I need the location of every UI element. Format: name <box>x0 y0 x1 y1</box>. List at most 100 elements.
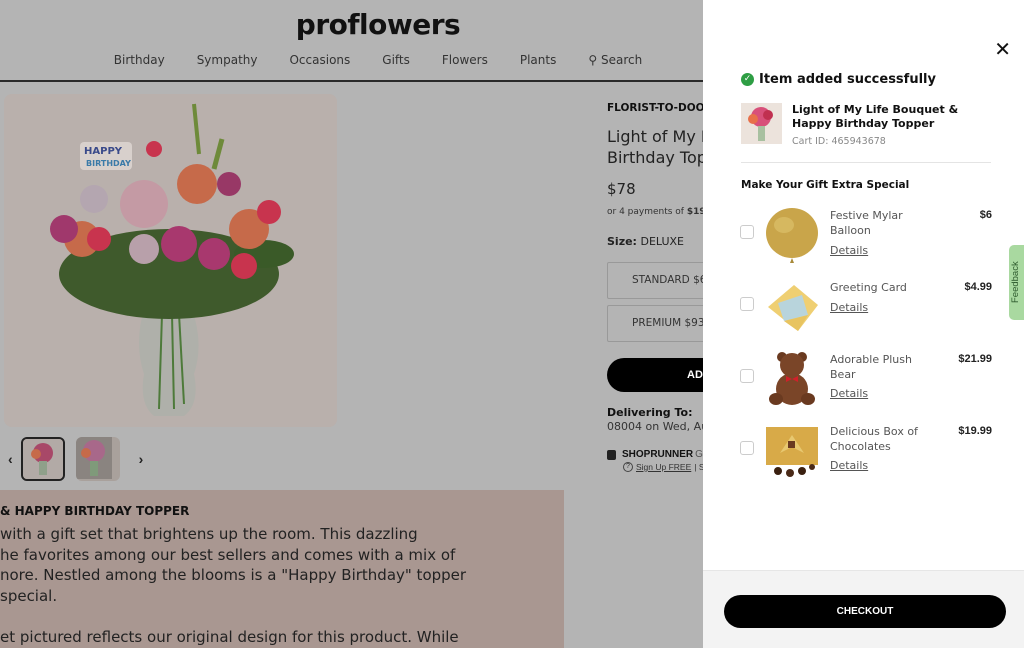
product-title-line-1: Light of My Li <box>607 127 703 146</box>
check-circle-icon: ✓ <box>741 73 754 86</box>
thumbnail-bouquet-image <box>22 439 63 479</box>
product-main-image: HAPPY BIRTHDAY <box>4 94 337 427</box>
addon-name: Delicious Box of Chocolates <box>830 425 918 453</box>
added-item: Light of My Life Bouquet & Happy Birthda… <box>741 103 982 147</box>
vase-icon <box>139 309 199 416</box>
thumbnail-2[interactable] <box>75 437 120 481</box>
product-title-line-2: Birthday Topp <box>607 148 703 167</box>
thumbnail-room-image <box>75 437 112 479</box>
description-heading: & HAPPY BIRTHDAY TOPPER <box>0 504 190 518</box>
balloon-icon <box>766 208 818 263</box>
svg-text:BIRTHDAY: BIRTHDAY <box>86 159 131 168</box>
feedback-label: Feedback <box>1010 261 1021 303</box>
size-label: Size: <box>607 235 637 248</box>
nav-item-sympathy[interactable]: Sympathy <box>197 53 258 67</box>
description-line-6: et pictured reflects our original design… <box>0 627 459 646</box>
addon-checkbox[interactable] <box>740 369 754 383</box>
signup-link[interactable]: Sign Up FREE <box>636 462 691 472</box>
chevron-left-icon[interactable]: ‹ <box>8 451 13 467</box>
addon-name: Festive Mylar Balloon <box>830 209 903 237</box>
size-value: DELUXE <box>640 235 685 248</box>
checkout-button[interactable]: CHECKOUT <box>724 595 1006 628</box>
svg-text:HAPPY: HAPPY <box>84 146 123 157</box>
add-to-cart-button[interactable]: ADD <box>607 358 703 392</box>
bouquet-illustration: HAPPY BIRTHDAY <box>4 94 337 427</box>
site-logo[interactable]: proflowers <box>0 8 703 41</box>
shoprunner-label: SHOPRUNNER <box>622 449 694 460</box>
addon-item-balloon: Festive Mylar Balloon Details $6 <box>740 207 992 267</box>
success-text: Item added successfully <box>759 72 936 87</box>
envelope-icon <box>768 285 818 331</box>
added-item-info: Light of My Life Bouquet & Happy Birthda… <box>792 103 982 147</box>
product-page-dimmed: proflowers Birthday Sympathy Occasions G… <box>0 0 703 648</box>
success-message: ✓ Item added successfully <box>741 72 936 87</box>
added-item-title: Light of My Life Bouquet & Happy Birthda… <box>792 103 959 130</box>
divider <box>741 162 991 163</box>
plush-bear-image <box>764 351 820 407</box>
cart-drawer: ✕ ✓ Item added successfully Light of My … <box>703 0 1024 648</box>
addon-item-bear: Adorable Plush Bear Details $21.99 <box>740 351 992 411</box>
feedback-tab[interactable]: Feedback <box>1009 245 1024 320</box>
addon-checkbox[interactable] <box>740 297 754 311</box>
happy-birthday-topper: HAPPY BIRTHDAY <box>80 142 132 170</box>
addon-checkbox[interactable] <box>740 441 754 455</box>
teddy-bear-icon <box>769 352 815 405</box>
search-icon: ⚲ <box>588 53 598 67</box>
installments-amount: $19. <box>686 207 703 217</box>
installments-text: or 4 payments of <box>607 207 687 217</box>
product-title: Light of My Li Birthday Topp <box>607 126 703 168</box>
search-label: Search <box>600 53 643 67</box>
nav-search[interactable]: ⚲ Search <box>588 53 642 67</box>
thumbnail-strip: ‹ › <box>0 437 151 481</box>
description-line-4: special. <box>0 586 58 605</box>
addon-name: Adorable Plush Bear <box>830 353 912 381</box>
nav-divider <box>0 80 703 82</box>
shoprunner-signup: ? Sign Up FREE | S <box>623 462 703 472</box>
product-price: $78 <box>607 180 636 198</box>
nav-item-flowers[interactable]: Flowers <box>442 53 488 67</box>
nav-item-gifts[interactable]: Gifts <box>382 53 410 67</box>
delivering-value[interactable]: 08004 on Wed, Aug <box>607 420 703 433</box>
cart-id: Cart ID: 465943678 <box>792 136 886 147</box>
description-line-5 <box>0 606 564 627</box>
addon-item-chocolates: Delicious Box of Chocolates Details $19.… <box>740 423 992 483</box>
installments: or 4 payments of $19. <box>607 207 703 217</box>
shoprunner-icon <box>607 449 616 460</box>
addon-price: $21.99 <box>958 353 992 365</box>
delivering-label: Delivering To: <box>607 406 693 419</box>
nav-item-occasions[interactable]: Occasions <box>289 53 350 67</box>
addon-details-link[interactable]: Details <box>830 301 868 314</box>
added-item-image <box>741 103 782 144</box>
cart-footer: CHECKOUT <box>703 570 1024 648</box>
balloon-image <box>764 207 820 263</box>
extras-heading: Make Your Gift Extra Special <box>741 179 910 191</box>
shoprunner-suffix: G <box>695 449 703 460</box>
addon-checkbox[interactable] <box>740 225 754 239</box>
addon-details-link[interactable]: Details <box>830 459 868 472</box>
close-icon[interactable]: ✕ <box>994 40 1011 60</box>
florist-label: FLORIST-TO-DOOR <box>607 102 703 114</box>
addon-item-card: Greeting Card Details $4.99 <box>740 279 992 339</box>
size-option-standard[interactable]: STANDARD $60 <box>607 262 703 299</box>
addon-price: $19.99 <box>958 425 992 437</box>
main-nav: Birthday Sympathy Occasions Gifts Flower… <box>0 53 703 67</box>
addon-details-link[interactable]: Details <box>830 244 868 257</box>
chocolate-box-icon <box>766 427 818 477</box>
product-info: FLORIST-TO-DOOR Light of My Li Birthday … <box>607 102 703 472</box>
greeting-card-image <box>764 279 820 335</box>
chevron-right-icon[interactable]: › <box>139 451 144 467</box>
description-line-3: nore. Nestled among the blooms is a "Hap… <box>0 566 467 584</box>
addon-name: Greeting Card <box>830 281 907 294</box>
description-line-1: with a gift set that brightens up the ro… <box>0 525 418 543</box>
addon-details-link[interactable]: Details <box>830 387 868 400</box>
signup-separator: | S <box>694 462 703 472</box>
bouquet-thumbnail-icon <box>741 103 782 144</box>
addon-price: $4.99 <box>964 281 992 293</box>
help-icon[interactable]: ? <box>623 462 633 472</box>
nav-item-birthday[interactable]: Birthday <box>114 53 165 67</box>
thumbnail-1[interactable] <box>20 437 65 481</box>
size-option-premium[interactable]: PREMIUM $93 <box>607 305 703 342</box>
addon-price: $6 <box>979 209 992 221</box>
nav-item-plants[interactable]: Plants <box>520 53 557 67</box>
size-selection: Size: DELUXE <box>607 235 703 248</box>
